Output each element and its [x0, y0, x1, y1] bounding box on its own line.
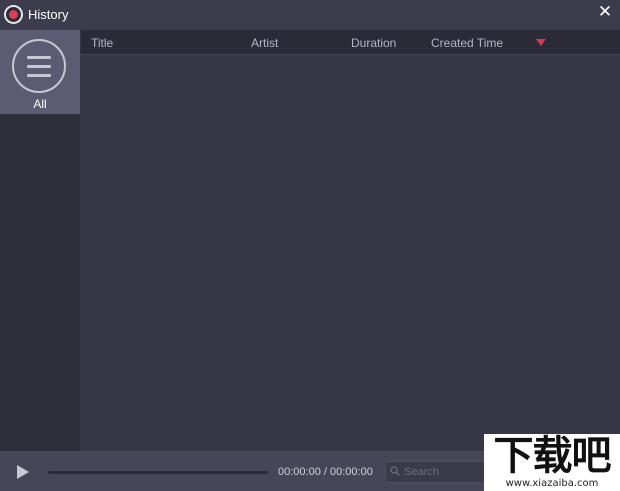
- close-button[interactable]: ✕: [596, 3, 614, 21]
- history-list: Title Artist Duration Created Time: [81, 30, 620, 451]
- history-window: History ✕ All Title Artist Duration Crea…: [0, 0, 620, 491]
- menu-line: [27, 74, 51, 77]
- column-header-artist[interactable]: Artist: [251, 36, 278, 50]
- title-bar: History ✕: [0, 0, 620, 30]
- list-header: Title Artist Duration Created Time: [81, 30, 620, 55]
- play-button[interactable]: [17, 465, 29, 479]
- sort-descending-icon[interactable]: [536, 39, 546, 46]
- sidebar-item-label: All: [33, 97, 47, 111]
- search-icon: [390, 466, 400, 476]
- menu-line: [27, 65, 51, 68]
- site-watermark-logo: 下载吧 www.xiazaiba.com: [484, 434, 620, 491]
- time-display: 00:00:00 / 00:00:00: [278, 466, 373, 478]
- menu-line: [27, 56, 51, 59]
- watermark-url: www.xiazaiba.com: [505, 478, 599, 489]
- search-input[interactable]: [404, 464, 482, 480]
- sidebar-item-all[interactable]: All: [0, 30, 80, 114]
- sidebar: All: [0, 30, 80, 451]
- app-logo-icon: [4, 5, 23, 24]
- window-title: History: [28, 7, 69, 22]
- column-header-duration[interactable]: Duration: [351, 36, 396, 50]
- list-menu-icon: [12, 39, 66, 93]
- column-header-created-time[interactable]: Created Time: [431, 36, 503, 50]
- search-box[interactable]: [385, 461, 485, 483]
- watermark-text: 下载吧: [493, 433, 612, 479]
- progress-slider[interactable]: [48, 471, 268, 474]
- column-header-title[interactable]: Title: [91, 36, 113, 50]
